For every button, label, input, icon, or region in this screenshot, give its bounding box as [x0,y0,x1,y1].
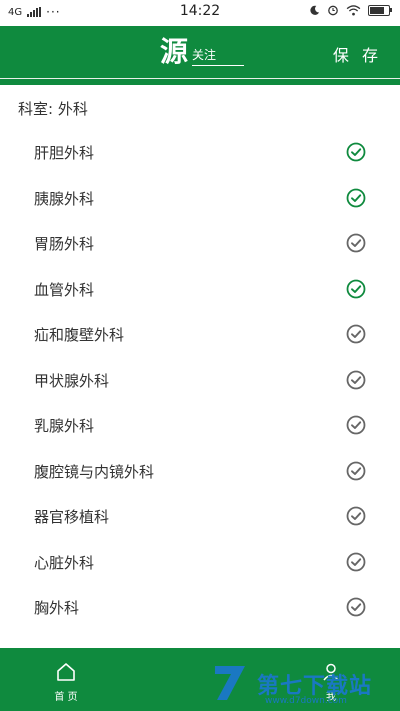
list-item[interactable]: 心脏外科 [0,540,400,586]
check-circle-icon[interactable] [346,370,366,390]
nav-home[interactable]: 首 页 [45,662,87,703]
save-button[interactable]: 保 存 [333,42,382,66]
list-item-label: 胃肠外科 [34,235,95,254]
status-right [309,4,392,16]
list-item[interactable]: 疝和腹壁外科 [0,312,400,358]
check-circle-icon[interactable] [346,506,366,526]
check-circle-icon[interactable] [346,233,366,253]
watermark-url: www.d7down.com [265,696,347,706]
check-circle-icon[interactable] [346,597,366,617]
wifi-icon [346,4,361,16]
list-item[interactable]: 乳腺外科 [0,403,400,449]
status-bar: 4G ··· 14:22 [0,0,400,24]
check-circle-icon[interactable] [346,415,366,435]
list-item-label: 腹腔镜与内镜外科 [34,462,155,481]
list-item[interactable]: 血管外科 [0,267,400,313]
list-item-label: 乳腺外科 [34,417,95,436]
list-item-label: 甲状腺外科 [34,371,110,390]
list-item[interactable]: 胸外科 [0,585,400,631]
check-circle-icon[interactable] [346,324,366,344]
app-header: 源 关注 保 存 [0,26,400,78]
network-label: 4G [8,6,23,18]
list-item-label: 胸外科 [34,599,80,618]
list-item[interactable]: 胃肠外科 [0,221,400,267]
list-item-label: 器官移植科 [34,508,110,527]
home-icon [57,663,75,681]
list-item[interactable]: 胰腺外科 [0,176,400,222]
list-item-label: 肝胆外科 [34,144,95,163]
watermark: 第七下载站 www.d7down.com [205,660,395,710]
app-logo: 源 关注 [160,35,245,68]
status-left: 4G ··· [8,5,61,19]
department-title: 科室: 外科 [18,100,88,118]
alarm-icon [328,5,338,16]
battery-icon [368,4,392,16]
list-item[interactable]: 器官移植科 [0,494,400,540]
department-list: 肝胆外科 胰腺外科 胃肠外科 血管外科 疝和腹壁外科 甲状腺外科 乳腺外科 腹腔… [0,130,400,631]
list-item-label: 疝和腹壁外科 [34,326,125,345]
list-item-label: 心脏外科 [34,553,95,572]
list-item-label: 胰腺外科 [34,189,95,208]
list-item[interactable]: 甲状腺外科 [0,358,400,404]
list-item[interactable]: 腹腔镜与内镜外科 [0,449,400,495]
check-circle-icon[interactable] [346,188,366,208]
moon-icon [310,5,320,15]
signal-icon [27,7,42,17]
check-circle-icon[interactable] [346,279,366,299]
logo-text: 关注 [192,46,245,66]
check-circle-icon[interactable] [346,461,366,481]
more-dots: ··· [46,5,61,19]
list-item-label: 血管外科 [34,280,95,299]
header-divider [0,78,400,85]
watermark-logo-icon [215,666,245,700]
nav-home-label: 首 页 [54,692,78,703]
list-item[interactable]: 肝胆外科 [0,130,400,176]
check-circle-icon[interactable] [346,142,366,162]
logo-glyph: 源 [160,35,189,68]
check-circle-icon[interactable] [346,552,366,572]
